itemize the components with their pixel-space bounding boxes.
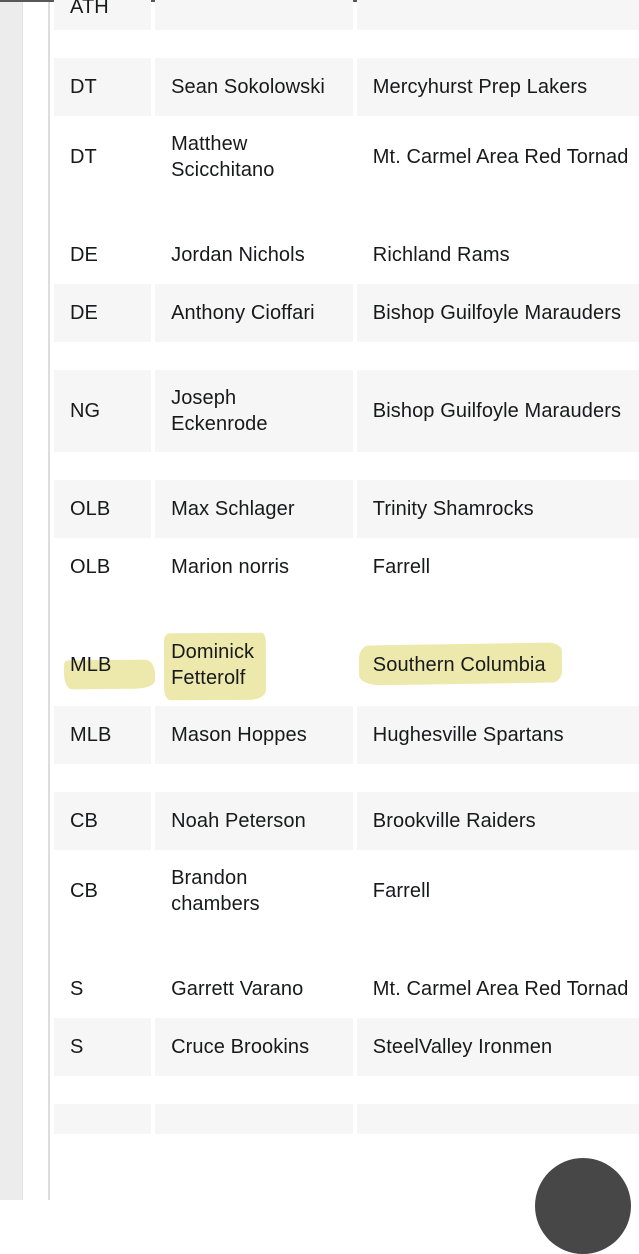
cell-position: CB <box>54 792 152 850</box>
cell-school: Richland Rams <box>356 226 639 284</box>
group-spacer-row <box>54 596 639 624</box>
table-row[interactable]: OLB Max Schlager Trinity Shamrocks <box>54 480 639 538</box>
group-spacer-row <box>54 1076 639 1104</box>
cell-player-name: Dominick Fetterolf <box>155 624 353 706</box>
group-spacer-row <box>54 452 639 480</box>
cell-position: ATH <box>54 0 152 30</box>
floating-action-button[interactable] <box>535 1158 631 1254</box>
cell-player-name: Anthony Cioffari <box>155 284 353 342</box>
cell-school: Farrell <box>356 538 639 596</box>
cell-school <box>356 0 639 30</box>
cell-position <box>54 1104 152 1134</box>
table-row[interactable]: MLB Dominick Fetterolf Southern Columbia <box>54 624 639 706</box>
cell-player-name: Joseph Eckenrode <box>155 370 353 452</box>
cell-school: Hughesville Spartans <box>356 706 639 764</box>
cell-player-name: Sean Sokolowski <box>155 58 353 116</box>
cell-school: Mt. Carmel Area Red Tornad <box>356 116 639 198</box>
cell-school: Bishop Guilfoyle Marauders <box>356 370 639 452</box>
roster-table-body: ATH DT Sean Sokolowski Mercyhurst Prep Lake… <box>54 0 639 1134</box>
cell-school <box>356 1104 639 1134</box>
cell-player-name: Brandon chambers <box>155 850 353 932</box>
cell-position: DE <box>54 226 152 284</box>
page-left-gutter <box>0 2 22 1200</box>
cell-school: Mt. Carmel Area Red Tornad <box>356 960 639 1018</box>
cell-player-name: Noah Peterson <box>155 792 353 850</box>
cell-position: CB <box>54 850 152 932</box>
cell-position: OLB <box>54 480 152 538</box>
cell-position: S <box>54 960 152 1018</box>
cell-position: MLB <box>54 706 152 764</box>
cell-school: Bishop Guilfoyle Marauders <box>356 284 639 342</box>
table-row[interactable]: MLB Mason Hoppes Hughesville Spartans <box>54 706 639 764</box>
page-root: ATH DT Sean Sokolowski Mercyhurst Prep Lake… <box>0 0 639 1254</box>
cell-position: DT <box>54 58 152 116</box>
table-row[interactable]: S Garrett Varano Mt. Carmel Area Red Torna… <box>54 960 639 1018</box>
table-row[interactable]: CB Noah Peterson Brookville Raiders <box>54 792 639 850</box>
table-row[interactable]: ATH <box>54 0 639 30</box>
cell-player-name: Max Schlager <box>155 480 353 538</box>
table-row[interactable]: CB Brandon chambers Farrell <box>54 850 639 932</box>
cell-position: NG <box>54 370 152 452</box>
roster-table: ATH DT Sean Sokolowski Mercyhurst Prep Lake… <box>50 0 639 1134</box>
cell-school: Trinity Shamrocks <box>356 480 639 538</box>
table-row[interactable] <box>54 1104 639 1134</box>
cell-player-name: Mason Hoppes <box>155 706 353 764</box>
cell-player-name: Matthew Scicchitano <box>155 116 353 198</box>
group-spacer-row <box>54 198 639 226</box>
cell-school: Southern Columbia <box>356 624 639 706</box>
cell-player-name: Garrett Varano <box>155 960 353 1018</box>
group-spacer-row <box>54 764 639 792</box>
cell-player-name: Cruce Brookins <box>155 1018 353 1076</box>
cell-position: OLB <box>54 538 152 596</box>
table-row[interactable]: DT Matthew Scicchitano Mt. Carmel Area Red… <box>54 116 639 198</box>
group-spacer-row <box>54 30 639 58</box>
cell-position: DT <box>54 116 152 198</box>
highlighter-mark: Southern Columbia <box>372 654 546 676</box>
table-row[interactable]: DE Anthony Cioffari Bishop Guilfoyle Marau… <box>54 284 639 342</box>
group-spacer-row <box>54 932 639 960</box>
cell-player-name: Jordan Nichols <box>155 226 353 284</box>
table-row[interactable]: S Cruce Brookins SteelValley Ironmen <box>54 1018 639 1076</box>
table-row[interactable]: DE Jordan Nichols Richland Rams <box>54 226 639 284</box>
cell-school: Farrell <box>356 850 639 932</box>
cell-player-name: Marion norris <box>155 538 353 596</box>
cell-school: Brookville Raiders <box>356 792 639 850</box>
table-row[interactable]: NG Joseph Eckenrode Bishop Guilfoyle Marau… <box>54 370 639 452</box>
cell-player-name <box>155 1104 353 1134</box>
group-spacer-row <box>54 342 639 370</box>
cell-position: DE <box>54 284 152 342</box>
cell-position: MLB <box>54 624 152 706</box>
cell-school: SteelValley Ironmen <box>356 1018 639 1076</box>
cell-school: Mercyhurst Prep Lakers <box>356 58 639 116</box>
table-row[interactable]: DT Sean Sokolowski Mercyhurst Prep Lakers <box>54 58 639 116</box>
table-row[interactable]: OLB Marion norris Farrell <box>54 538 639 596</box>
highlighter-mark: MLB <box>70 654 112 676</box>
page-left-margin <box>23 2 48 1200</box>
cell-player-name <box>155 0 353 30</box>
highlighter-mark: Dominick Fetterolf <box>171 641 255 689</box>
cell-position: S <box>54 1018 152 1076</box>
